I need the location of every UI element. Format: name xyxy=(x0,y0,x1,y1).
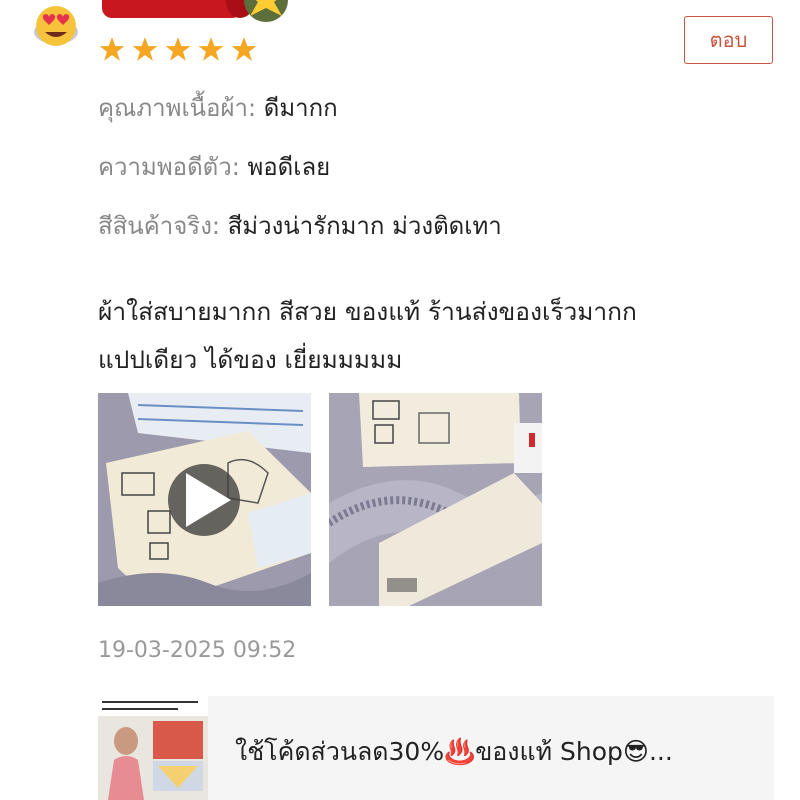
review-text-line: แปปเดียว ได้ของ เยี่ยมมมมม xyxy=(98,345,403,374)
attribute-value: พอดีเลย xyxy=(247,153,331,181)
reply-button[interactable]: ตอบ xyxy=(684,16,773,64)
heart-eyes-emoji-icon xyxy=(34,6,78,46)
star-icon xyxy=(99,37,125,61)
attribute-fabric-quality: คุณภาพเนื้อผ้า: ดีมากก xyxy=(98,88,338,127)
attribute-value: ดีมากก xyxy=(263,94,338,122)
star-icon xyxy=(231,37,257,61)
attribute-value: สีม่วงน่ารักมาก ม่วงติดเทา xyxy=(227,212,502,240)
product-link-card[interactable]: ใช้โค้ดส่วนลด30%♨️ของแท้ Shop😎... xyxy=(98,696,774,800)
review-video-thumbnail[interactable] xyxy=(98,393,311,606)
star-icon xyxy=(165,37,191,61)
attribute-label: สีสินค้าจริง: xyxy=(98,212,220,240)
product-thumbnail xyxy=(98,696,208,800)
reviewer-avatar[interactable] xyxy=(30,2,82,50)
review-text: ผ้าใส่สบายมากก สีสวย ของแท้ ร้านส่งของเร… xyxy=(98,288,778,384)
reviewer-name-sticker xyxy=(98,0,290,22)
star-icon xyxy=(132,37,158,61)
attribute-label: คุณภาพเนื้อผ้า: xyxy=(98,94,257,122)
attribute-actual-color: สีสินค้าจริง: สีม่วงน่ารักมาก ม่วงติดเทา xyxy=(98,206,502,245)
star-icon xyxy=(198,37,224,61)
review-date: 19-03-2025 09:52 xyxy=(98,638,297,663)
product-title: ใช้โค้ดส่วนลด30%♨️ของแท้ Shop😎... xyxy=(235,737,673,766)
play-icon xyxy=(186,473,231,527)
attribute-label: ความพอดีตัว: xyxy=(98,153,240,181)
review-photo-image xyxy=(329,393,542,606)
review-text-line: ผ้าใส่สบายมากก สีสวย ของแท้ ร้านส่งของเร… xyxy=(98,297,637,326)
review-photo-thumbnail[interactable] xyxy=(329,393,542,606)
play-button[interactable] xyxy=(168,464,240,536)
rating-stars xyxy=(98,36,258,63)
attribute-fit: ความพอดีตัว: พอดีเลย xyxy=(98,147,330,186)
